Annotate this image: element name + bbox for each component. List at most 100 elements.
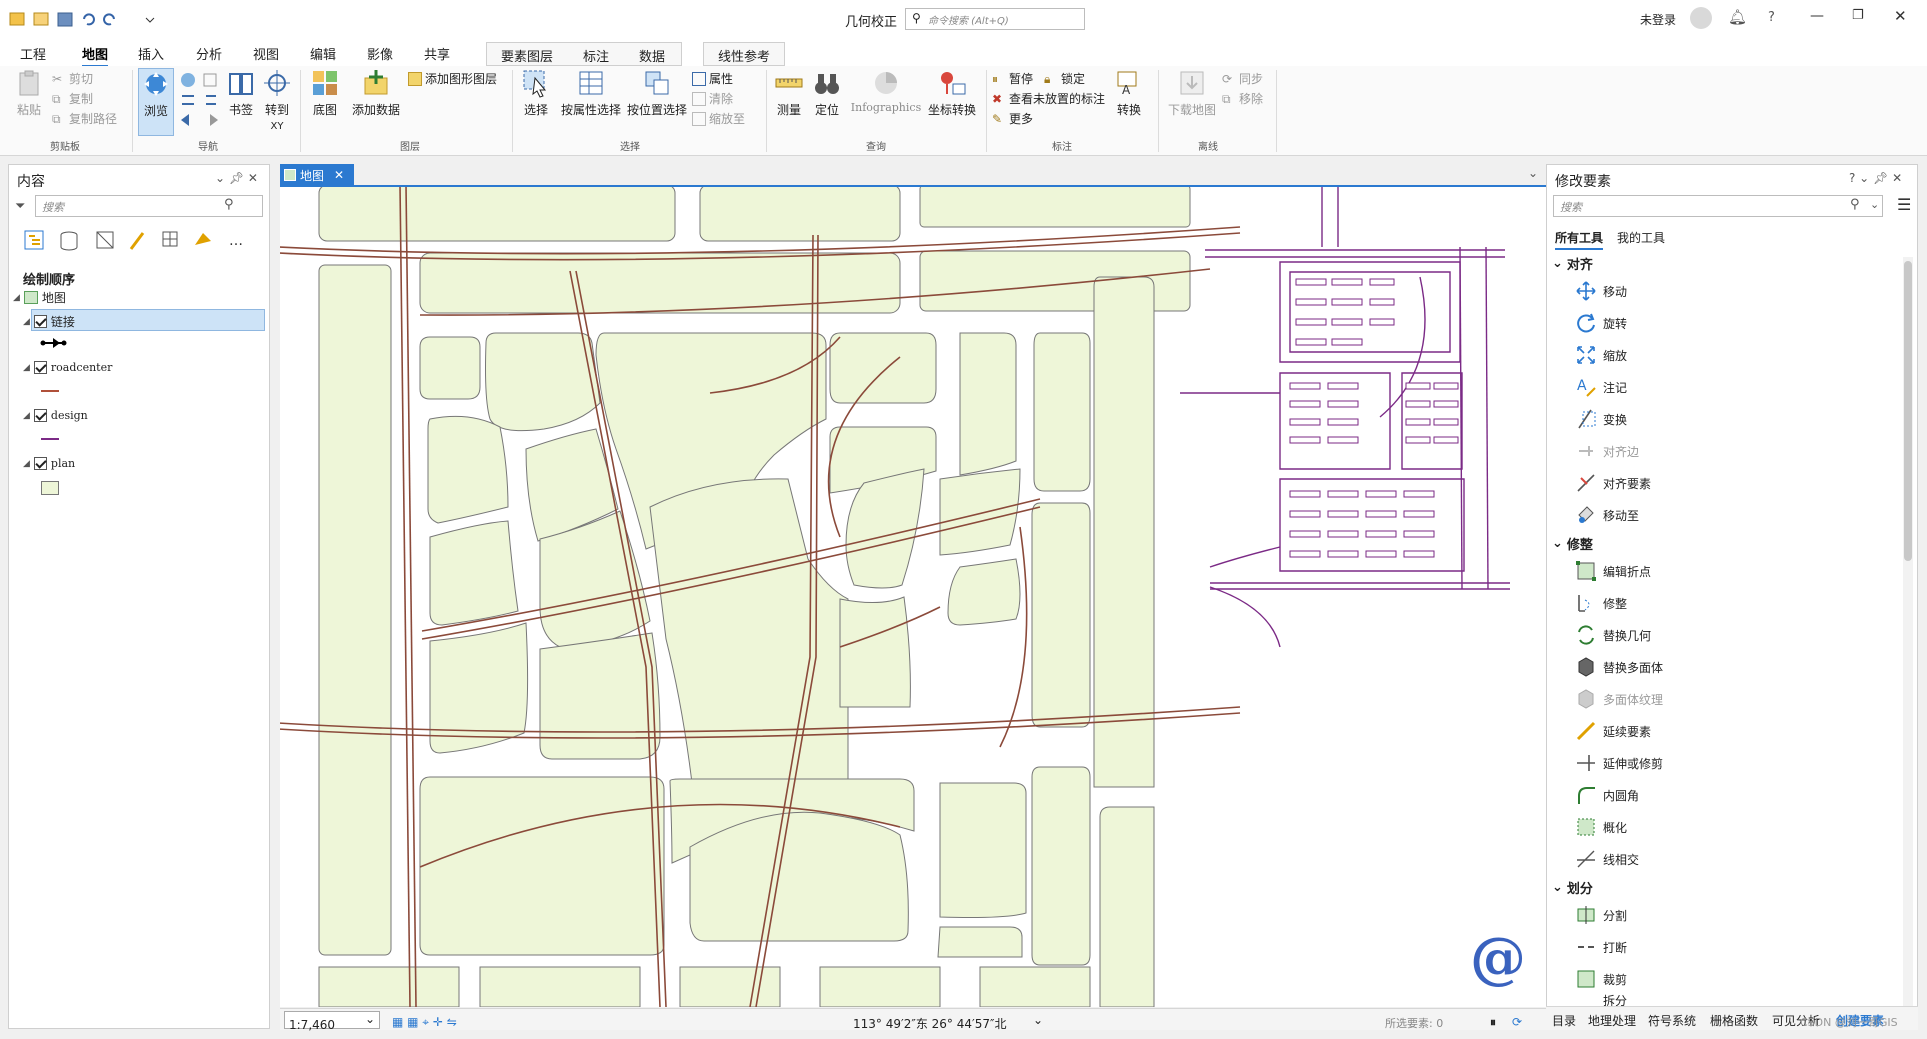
- tab-symbology[interactable]: 符号系统: [1648, 1012, 1696, 1029]
- clear-selection-button[interactable]: 清除: [692, 90, 733, 107]
- tab-labeling[interactable]: 标注: [583, 46, 609, 65]
- tool-replace-geometry[interactable]: 替换几何: [1575, 624, 1651, 646]
- grid-snap-icon[interactable]: ▦ ▦ ⌖ ✛ ⇋: [392, 1015, 457, 1030]
- infographics-button[interactable]: Infographics: [848, 68, 924, 114]
- tool-fillet[interactable]: 内圆角: [1575, 784, 1639, 806]
- tool-multipatch-texture[interactable]: 多面体纹理: [1575, 688, 1663, 710]
- collapse-icon[interactable]: ◢: [23, 411, 30, 421]
- tool-transform[interactable]: 变换: [1575, 408, 1627, 430]
- tab-data[interactable]: 数据: [639, 46, 665, 65]
- layer-link-checkbox[interactable]: [33, 315, 47, 328]
- collapse-icon[interactable]: ◢: [23, 317, 30, 327]
- lock-labeling-button[interactable]: 🔒︎ 锁定: [1044, 70, 1085, 87]
- measure-button[interactable]: 测量: [772, 68, 806, 118]
- tab-project[interactable]: 工程: [20, 44, 46, 63]
- tool-clip[interactable]: 裁剪: [1575, 968, 1627, 990]
- navigate-small-tools[interactable]: [178, 70, 222, 132]
- filter-icon[interactable]: ⏷: [15, 199, 25, 214]
- scale-selector[interactable]: 1:7,460 ⌄: [284, 1011, 380, 1032]
- locate-button[interactable]: 定位: [810, 68, 844, 118]
- collapse-icon[interactable]: ◢: [23, 363, 30, 373]
- pane-options-icon[interactable]: ? ⌄ 📌︎ ✕: [1849, 171, 1902, 185]
- copy-button[interactable]: ⧉ 复制: [52, 90, 93, 107]
- command-search-input[interactable]: ⚲ 命令搜索 (Alt+Q): [905, 8, 1085, 30]
- convert-labels-button[interactable]: A 转换: [1112, 68, 1146, 118]
- modify-search-input[interactable]: 搜索 ⚲ ⌄: [1553, 195, 1883, 217]
- chevron-down-icon[interactable]: ⌄: [1033, 1013, 1043, 1027]
- tab-raster-functions[interactable]: 栅格函数: [1710, 1012, 1758, 1029]
- scrollbar-thumb[interactable]: [1904, 261, 1912, 561]
- layer-design[interactable]: ◢ design: [23, 409, 88, 422]
- tool-align-features[interactable]: 对齐要素: [1575, 472, 1651, 494]
- map-canvas[interactable]: @ 刘一哥GIS: [280, 187, 1546, 1007]
- tool-explode[interactable]: 拆分: [1575, 994, 1627, 1006]
- avatar[interactable]: [1690, 7, 1712, 29]
- tab-share[interactable]: 共享: [424, 44, 450, 63]
- section-divide[interactable]: ⌄ 划分: [1552, 878, 1593, 897]
- goto-xy-button[interactable]: 转到 XY: [262, 68, 292, 132]
- tool-generalize[interactable]: 概化: [1575, 816, 1627, 838]
- bookmarks-button[interactable]: 书签: [224, 68, 258, 118]
- help-icon[interactable]: ?: [1768, 10, 1775, 25]
- tool-split[interactable]: 分割: [1575, 904, 1627, 926]
- tab-map[interactable]: 地图: [82, 44, 109, 67]
- tool-scale[interactable]: 缩放: [1575, 344, 1627, 366]
- layer-design-checkbox[interactable]: [33, 409, 47, 422]
- tool-break[interactable]: 打断: [1575, 936, 1627, 958]
- explore-button[interactable]: 浏览: [138, 68, 174, 136]
- layer-plan[interactable]: ◢ plan: [23, 457, 75, 470]
- scrollbar[interactable]: [1903, 257, 1913, 1017]
- tab-insert[interactable]: 插入: [138, 44, 164, 63]
- pause-drawing-icon[interactable]: ⏸: [1490, 1015, 1496, 1030]
- contents-search-input[interactable]: 搜索 ⚲: [35, 195, 263, 217]
- collapse-icon[interactable]: ◢: [13, 293, 20, 303]
- layer-link[interactable]: ◢ 链接: [23, 313, 75, 330]
- add-data-button[interactable]: 添加数据: [350, 68, 402, 118]
- chevron-down-icon[interactable]: ⌄: [365, 1012, 375, 1026]
- tool-move-to[interactable]: 移动至: [1575, 504, 1639, 526]
- attributes-button[interactable]: 属性: [692, 70, 733, 87]
- add-graphics-layer-button[interactable]: 添加图形图层: [408, 70, 497, 87]
- remove-offline-button[interactable]: ⧉ 移除: [1222, 90, 1263, 107]
- chevron-down-icon[interactable]: ⌄: [1870, 198, 1879, 211]
- coordinate-conversion-button[interactable]: 坐标转换: [926, 68, 978, 118]
- collapse-icon[interactable]: ◢: [23, 459, 30, 469]
- tab-imagery[interactable]: 影像: [367, 44, 393, 63]
- tab-linear-referencing[interactable]: 线性参考: [718, 46, 770, 65]
- cut-button[interactable]: ✂ 剪切: [52, 70, 93, 87]
- tool-edit-vertices[interactable]: 编辑折点: [1575, 560, 1651, 582]
- menu-icon[interactable]: ☰: [1897, 195, 1911, 214]
- pane-options-icon[interactable]: ⌄ 📌︎ ✕: [215, 171, 258, 185]
- tab-view[interactable]: 视图: [253, 44, 279, 63]
- more-labeling-button[interactable]: ✎ 更多: [992, 110, 1033, 127]
- tab-catalog[interactable]: 目录: [1552, 1012, 1576, 1029]
- section-align[interactable]: ⌄ 对齐: [1552, 254, 1593, 273]
- tool-continue-feature[interactable]: 延续要素: [1575, 720, 1651, 742]
- tab-all-tools[interactable]: 所有工具: [1555, 229, 1604, 250]
- close-button[interactable]: ✕: [1894, 7, 1907, 25]
- copy-path-button[interactable]: ⧉ 复制路径: [52, 110, 117, 127]
- download-map-button[interactable]: 下载地图: [1166, 68, 1218, 118]
- tool-move[interactable]: 移动: [1575, 280, 1627, 302]
- bell-icon[interactable]: 🔔︎: [1728, 8, 1747, 26]
- contents-view-toolbar[interactable]: …: [23, 227, 263, 255]
- tab-my-tools[interactable]: 我的工具: [1617, 229, 1665, 246]
- basemap-button[interactable]: 底图: [308, 68, 342, 118]
- tab-map-view[interactable]: 地图 ✕: [280, 164, 354, 186]
- map-drawing[interactable]: [280, 187, 1546, 1007]
- tool-rotate[interactable]: 旋转: [1575, 312, 1627, 334]
- select-by-attribute-button[interactable]: 按属性选择: [560, 68, 622, 118]
- select-by-location-button[interactable]: 按位置选择: [626, 68, 688, 118]
- zoom-to-selection-button[interactable]: 缩放至: [692, 110, 745, 127]
- tool-align-edge[interactable]: 对齐边: [1575, 440, 1639, 462]
- quick-access-toolbar[interactable]: [8, 10, 188, 30]
- tool-line-intersection[interactable]: 线相交: [1575, 848, 1639, 870]
- pause-labeling-button[interactable]: ⏸ 暂停: [992, 70, 1033, 87]
- section-reshape[interactable]: ⌄ 修整: [1552, 534, 1593, 553]
- layer-roadcenter-checkbox[interactable]: [33, 361, 47, 374]
- chevron-down-icon[interactable]: ⌄: [1528, 166, 1538, 180]
- tab-analysis[interactable]: 分析: [196, 44, 222, 63]
- tool-replace-multipatch[interactable]: 替换多面体: [1575, 656, 1663, 678]
- tab-edit[interactable]: 编辑: [310, 44, 336, 63]
- layer-map[interactable]: ◢ 地图: [13, 289, 66, 306]
